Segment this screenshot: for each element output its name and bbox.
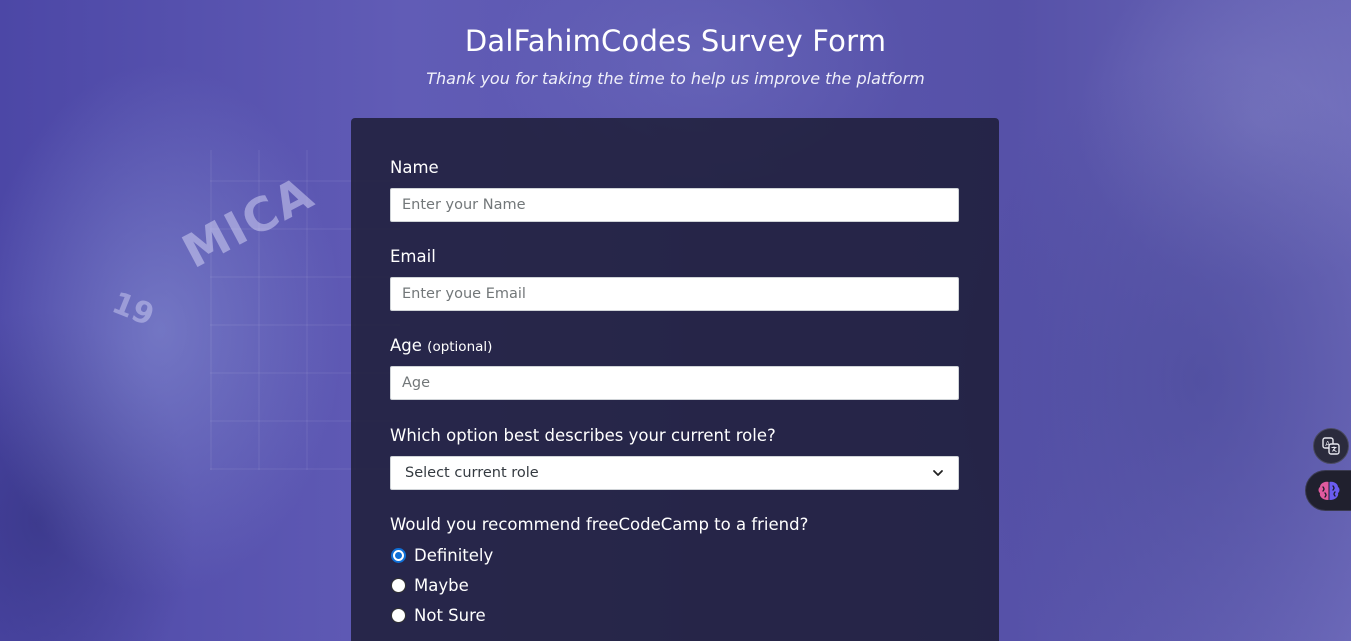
role-select-value: Select current role: [405, 465, 539, 481]
age-input[interactable]: [390, 366, 959, 400]
ai-assistant-extension-button[interactable]: [1305, 470, 1351, 511]
age-optional-note: (optional): [427, 339, 493, 355]
name-input[interactable]: [390, 188, 959, 222]
page-title: DalFahimCodes Survey Form: [464, 24, 887, 58]
recommend-label: Would you recommend freeCodeCamp to a fr…: [390, 515, 809, 534]
chevron-down-icon: [933, 470, 943, 476]
email-input[interactable]: [390, 277, 959, 311]
radio-button-maybe[interactable]: [391, 577, 406, 593]
survey-form: Name Email Age (optional) Which option b…: [351, 118, 999, 641]
radio-option-definitely[interactable]: Definitely: [390, 544, 493, 566]
radio-option-not-sure[interactable]: Not Sure: [390, 604, 486, 626]
name-label: Name: [390, 158, 439, 177]
radio-label-not-sure[interactable]: Not Sure: [414, 606, 486, 625]
radio-label-maybe[interactable]: Maybe: [414, 576, 469, 595]
email-label: Email: [390, 247, 436, 266]
brain-icon: [1318, 481, 1339, 500]
translate-icon: A: [1322, 437, 1340, 455]
radio-option-maybe[interactable]: Maybe: [390, 574, 469, 596]
radio-button-not-sure[interactable]: [391, 607, 406, 623]
translate-extension-button[interactable]: A: [1313, 428, 1349, 464]
age-label: Age (optional): [390, 336, 492, 355]
radio-button-definitely[interactable]: [391, 547, 406, 563]
radio-label-definitely[interactable]: Definitely: [414, 546, 493, 565]
age-label-text: Age: [390, 336, 422, 355]
role-label: Which option best describes your current…: [390, 426, 776, 445]
role-select[interactable]: Select current role: [390, 456, 959, 490]
page-subtitle: Thank you for taking the time to help us…: [426, 69, 925, 88]
